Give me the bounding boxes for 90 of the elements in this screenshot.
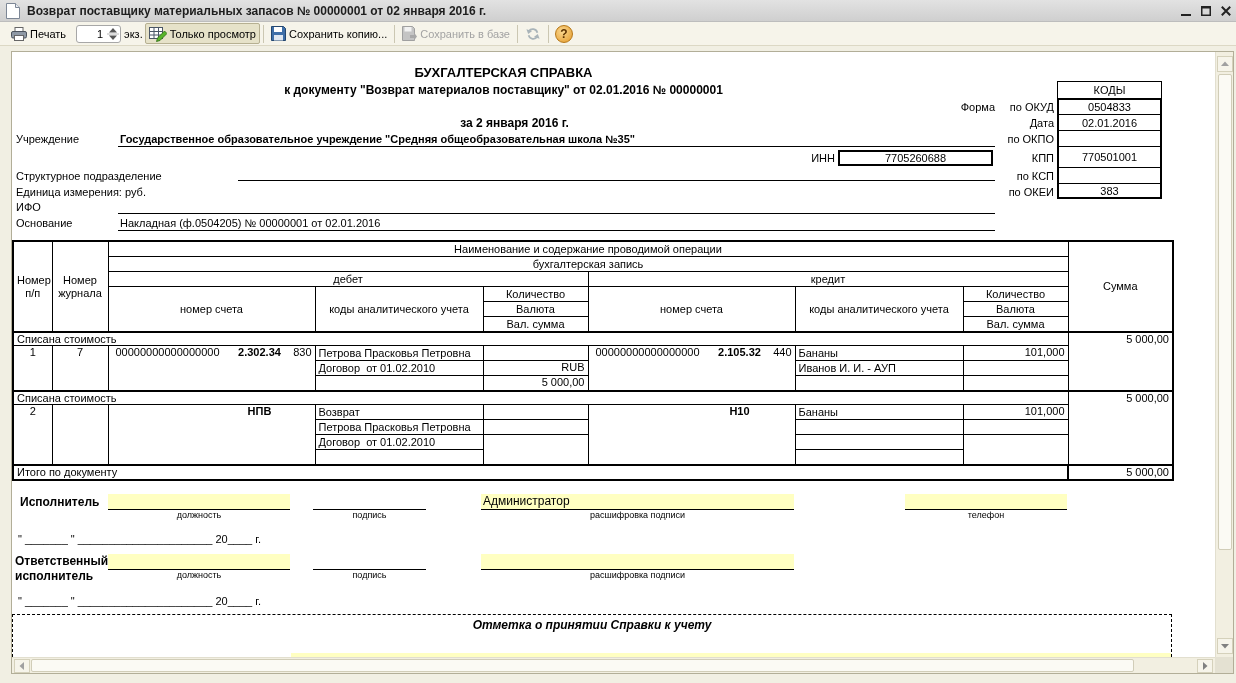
table-cell: Договор от 01.02.2010 [315, 434, 483, 450]
field-caption: подпись [352, 570, 387, 581]
field-label: Структурное подразделение [15, 170, 162, 182]
code-label: КПП [1031, 151, 1055, 164]
codes-header: КОДЫ [1057, 81, 1162, 98]
table-cell: 5 000,00 [1068, 391, 1173, 465]
scroll-right-icon[interactable] [1197, 658, 1213, 673]
code-label: по ОКЕИ [1008, 185, 1055, 198]
document-subtitle: к документу "Возврат материалов поставщику" от 02.01.2016 № 00000001 [284, 82, 723, 97]
account-number-text: 2.302.34 [237, 346, 282, 359]
inn-value: 7705260688 [838, 149, 993, 166]
table-cell: Итого по документу [13, 465, 1068, 480]
code-label: Дата [1029, 117, 1055, 129]
table-cell: Бананы [795, 345, 963, 361]
input-field: Администратор [481, 494, 794, 510]
table-cell: Иванов И. И. - АУП [795, 360, 963, 376]
table-cell: RUB [483, 360, 588, 376]
acceptance-title: Отметка о принятии Справки к учету [472, 617, 712, 632]
save-copy-button[interactable]: Сохранить копию... [267, 23, 392, 44]
document-title: БУХГАЛТЕРСКАЯ СПРАВКА [414, 65, 593, 80]
account-code-text: 830 [292, 346, 312, 359]
scrollbar-corner [1215, 657, 1233, 673]
field-caption: должность [176, 570, 222, 581]
table-cell: Петрова Прасковья Петровна [315, 345, 483, 361]
printer-icon [11, 26, 27, 41]
signer-role-label: Ответственный исполнитель [14, 554, 109, 584]
account-number-text: НПВ [246, 405, 273, 418]
column-header: Наименование и содержание проводимой операции [108, 241, 1068, 257]
column-header: дебет [108, 271, 588, 287]
copies-unit-label: экз. [124, 27, 143, 40]
close-icon[interactable] [1221, 5, 1231, 16]
table-cell: Петрова Прасковья Петровна [315, 419, 483, 435]
table-cell: 101,000 [963, 404, 1068, 420]
grid-pencil-icon [148, 25, 167, 42]
account-code-text: 440 [772, 346, 792, 359]
scroll-up-icon[interactable] [1216, 56, 1233, 72]
scroll-left-icon[interactable] [14, 658, 30, 673]
field-caption: должность [176, 510, 222, 521]
date-line: " _______ " ______________________ 20____ г. [17, 594, 261, 608]
print-button[interactable]: Печать [7, 23, 71, 44]
field-caption: телефон [967, 510, 1005, 521]
field-caption: расшифровка подписи [590, 570, 685, 581]
table-cell: Списана стоимость [13, 391, 1068, 405]
code-label: по ОКПО [1007, 133, 1055, 145]
column-header: Количество [483, 286, 588, 302]
table-cell: 5 000,00 [1068, 332, 1173, 391]
account-code-text: 00000000000000000 [594, 346, 701, 359]
account-number-text: Н10 [728, 405, 751, 418]
period-label: за 2 января 2016 г. [460, 116, 569, 130]
copies-field[interactable]: 1 [76, 24, 122, 43]
refresh-icon [525, 26, 541, 41]
field-label: Учреждение [15, 133, 80, 145]
field-caption: расшифровка подписи [590, 510, 685, 521]
horizontal-scrollbar[interactable] [12, 657, 1215, 673]
scrollbar-thumb[interactable] [31, 659, 1134, 672]
table-cell: Возврат [315, 404, 483, 420]
view-only-toggle[interactable]: Только просмотр [144, 23, 260, 44]
table-cell: Бананы [795, 404, 963, 420]
column-header: бухгалтерская запись [108, 256, 1068, 272]
scrollbar-thumb[interactable] [1217, 74, 1232, 550]
basis-value: Накладная (ф.0504205) № 00000001 от 02.01.2016 [118, 216, 995, 231]
account-number-text: 2.105.32 [717, 346, 762, 359]
maximize-icon[interactable] [1201, 5, 1211, 16]
field-label: Единица измерения: руб. [15, 185, 146, 198]
form-label: Форма [960, 100, 995, 113]
column-header: номер счета [588, 286, 795, 332]
code-cell: 02.01.2016 [1057, 115, 1162, 131]
signer-role-label: Исполнитель [19, 494, 100, 510]
inn-label: ИНН [811, 151, 835, 164]
window-title: Возврат поставщику материальных запасов № 00000001 от 02 января 2016 г. [27, 3, 487, 18]
document-icon [6, 2, 20, 19]
vertical-scrollbar[interactable] [1215, 52, 1233, 657]
account-code-text: 00000000000000000 [114, 346, 221, 359]
table-cell: Списана стоимость [13, 332, 1068, 346]
date-line: " _______ " ______________________ 20____ г. [17, 532, 261, 546]
code-label: по КСП [1016, 170, 1055, 182]
help-button[interactable]: ? [555, 24, 573, 43]
scroll-down-icon[interactable] [1216, 638, 1233, 654]
code-cell: 770501001 [1057, 147, 1162, 168]
institution-value: Государственное образовательное учреждение "Средняя общеобразовательная школа №35" [118, 132, 995, 147]
field-label: Основание [15, 216, 73, 229]
code-cell: 383 [1057, 184, 1162, 199]
floppy-disk-arrow-icon [402, 26, 418, 41]
table-cell: Договор от 01.02.2010 [315, 360, 483, 376]
field-label: ИФО [15, 200, 41, 213]
table-cell: 5 000,00 [1068, 465, 1173, 480]
field-caption: подпись [352, 510, 387, 521]
code-label: по ОКУД [1009, 100, 1055, 113]
code-cell: 0504833 [1057, 98, 1162, 115]
table-cell: 101,000 [963, 345, 1068, 361]
